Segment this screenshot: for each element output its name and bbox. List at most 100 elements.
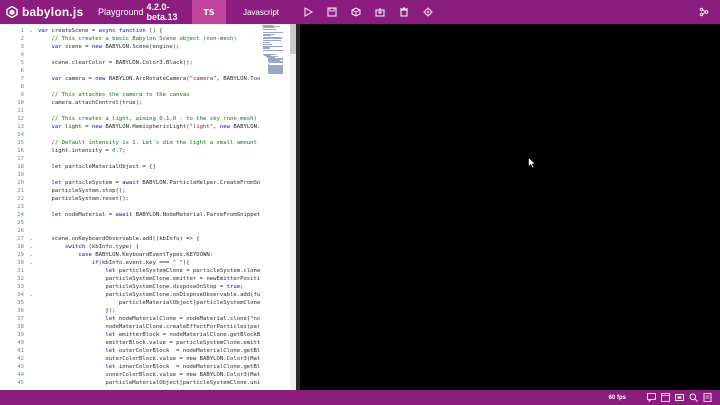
- code-line[interactable]: let particleSystem = await BABYLON.Parti…: [38, 179, 260, 187]
- zoom-icon[interactable]: [686, 390, 700, 405]
- code-line[interactable]: particleMaterialObject[particleSystemClo…: [38, 299, 260, 307]
- code-line[interactable]: case BABYLON.KeyboardEventTypes.KEYDOWN:: [38, 251, 213, 259]
- code-line[interactable]: particleSystemClone.emitter = newEmitter…: [38, 275, 260, 283]
- code-line[interactable]: let outerColorBlock = nodeMaterialClone.…: [38, 347, 260, 355]
- code-line[interactable]: let nodeMaterial = await BABYLON.NodeMat…: [38, 211, 260, 219]
- line-number-gutter: 1 ⌄ 2 3 4 5 6 7 8 9 10 11 12 13 14 15 16 17 18 19 20 21 22 23 24…: [0, 24, 38, 390]
- line-number: 11: [17, 108, 24, 114]
- line-number: 45: [17, 380, 24, 386]
- minimap-line: [263, 27, 275, 29]
- code-editor[interactable]: 1 ⌄ 2 3 4 5 6 7 8 9 10 11 12 13 14 15 16 17 18 19 20 21 22 23 24…: [0, 24, 296, 390]
- line-number: 23: [17, 204, 24, 210]
- metadata-icon[interactable]: [700, 390, 714, 405]
- code-area[interactable]: var createScene = async function () { //…: [38, 24, 260, 390]
- minimap-line: [263, 34, 272, 36]
- code-line[interactable]: let innerColorBlock = nodeMaterialClone.…: [38, 363, 260, 371]
- settings-icon[interactable]: [416, 0, 440, 24]
- line-number: 26: [17, 228, 24, 234]
- code-line[interactable]: var createScene = async function () {: [38, 27, 163, 35]
- minimap-line: [263, 31, 283, 33]
- playground-title: Playground 4.2.0-beta.13: [98, 2, 192, 22]
- code-line[interactable]: particleSystemClone.onDisposeObservable.…: [38, 291, 260, 299]
- fullscreen-icon[interactable]: [672, 390, 686, 405]
- code-line[interactable]: var scene = new BABYLON.Scene(engine);: [38, 43, 179, 51]
- fold-toggle-icon[interactable]: ⌄: [28, 259, 34, 267]
- line-number: 35: [17, 300, 24, 306]
- line-number: 29: [17, 252, 24, 258]
- code-line[interactable]: scene.clearColor = BABYLON.Color3.Black(…: [38, 59, 192, 67]
- fold-toggle-icon[interactable]: ⌄: [28, 291, 34, 299]
- code-line[interactable]: let nodeMaterialClone = nodeMaterial.clo…: [38, 315, 260, 323]
- delete-icon[interactable]: [392, 0, 416, 24]
- fold-toggle-icon[interactable]: ⌄: [28, 251, 34, 259]
- line-number: 25: [17, 220, 24, 226]
- debug-icon[interactable]: [644, 390, 658, 405]
- code-line[interactable]: var light = new BABYLON.HemisphericLight…: [38, 123, 260, 131]
- fullscreen-editor-icon[interactable]: [658, 390, 672, 405]
- line-number: 21: [17, 188, 24, 194]
- line-number: 12: [17, 116, 24, 122]
- fps-counter: 60 fps: [608, 394, 626, 401]
- line-number: 7: [20, 76, 24, 82]
- line-number: 42: [17, 356, 24, 362]
- code-line[interactable]: if(kbInfo.event.key === " "){: [38, 259, 190, 267]
- render-canvas[interactable]: [300, 24, 720, 390]
- code-line[interactable]: emitterBlock.value = particleSystemClone…: [38, 339, 260, 347]
- minimap[interactable]: [262, 24, 290, 75]
- line-number: 9: [20, 92, 24, 98]
- tab-typescript[interactable]: TS: [192, 0, 226, 24]
- line-number: 40: [17, 340, 24, 346]
- line-number: 28: [17, 244, 24, 250]
- version-label: 4.2.0-beta.13: [146, 2, 178, 22]
- fold-toggle-icon[interactable]: ⌄: [28, 243, 34, 251]
- code-line[interactable]: scene.onKeyboardObservable.add((kbInfo) …: [38, 235, 199, 243]
- code-line[interactable]: // This creates a light, aiming 0,1,0 - …: [38, 115, 256, 123]
- line-number: 1: [20, 28, 24, 34]
- code-line[interactable]: let emitterBlock = nodeMaterialClone.get…: [38, 331, 260, 339]
- line-number: 8: [20, 84, 24, 90]
- line-number: 2: [20, 36, 24, 42]
- line-number: 4: [20, 52, 24, 58]
- code-line[interactable]: light.intensity = 0.7;: [38, 147, 125, 155]
- code-line[interactable]: particleSystem.stop();: [38, 187, 125, 195]
- code-line[interactable]: nodeMaterialClone.createEffectForParticl…: [38, 323, 260, 331]
- inspector-icon[interactable]: [344, 0, 368, 24]
- code-line[interactable]: innerColorBlock.value = new BABYLON.Colo…: [38, 371, 260, 379]
- code-line[interactable]: particleSystemClone.disposeOnStop = true…: [38, 283, 243, 291]
- line-number: 22: [17, 196, 24, 202]
- line-number: 17: [17, 156, 24, 162]
- code-line[interactable]: });: [38, 307, 115, 315]
- line-number: 16: [17, 148, 24, 154]
- code-line[interactable]: // Default intensity is 1. Let's dim the…: [38, 139, 256, 147]
- tab-javascript[interactable]: Javascript: [226, 0, 296, 24]
- code-line[interactable]: var camera = new BABYLON.ArcRotateCamera…: [38, 75, 260, 83]
- line-number: 15: [17, 140, 24, 146]
- line-number: 24: [17, 212, 24, 218]
- line-number: 38: [17, 324, 24, 330]
- examples-icon[interactable]: [692, 0, 716, 24]
- code-line[interactable]: particleMaterialObject[particleSystemClo…: [38, 379, 260, 387]
- line-number: 6: [20, 68, 24, 74]
- code-line[interactable]: particleSystem.reset();: [38, 195, 128, 203]
- code-line[interactable]: // This creates a basic Babylon Scene ob…: [38, 35, 236, 43]
- top-toolbar: babylon.js Playground 4.2.0-beta.13 TS J…: [0, 0, 720, 24]
- code-line[interactable]: outerColorBlock.value = new BABYLON.Colo…: [38, 355, 260, 363]
- download-icon[interactable]: [368, 0, 392, 24]
- line-number: 27: [17, 236, 24, 242]
- code-line[interactable]: // This attaches the camera to the canva…: [38, 91, 189, 99]
- play-icon[interactable]: [296, 0, 320, 24]
- minimap-line: [263, 38, 283, 40]
- save-icon[interactable]: [320, 0, 344, 24]
- babylon-logo[interactable]: babylon.js: [0, 0, 98, 24]
- fold-toggle-icon[interactable]: ⌄: [28, 235, 34, 243]
- code-line[interactable]: let particleMaterialObject = {}: [38, 163, 155, 171]
- minimap-line: [263, 29, 276, 31]
- code-line[interactable]: switch (kbInfo.type) {: [38, 243, 139, 251]
- minimap-line: [263, 48, 271, 50]
- fold-toggle-icon[interactable]: ⌄: [28, 27, 34, 35]
- line-number: 13: [17, 124, 24, 130]
- code-line[interactable]: let particleSystemClone = particleSystem…: [38, 267, 260, 275]
- code-line[interactable]: camera.attachControl(true);: [38, 99, 142, 107]
- line-number: 31: [17, 268, 24, 274]
- babylon-logo-icon: [6, 6, 18, 18]
